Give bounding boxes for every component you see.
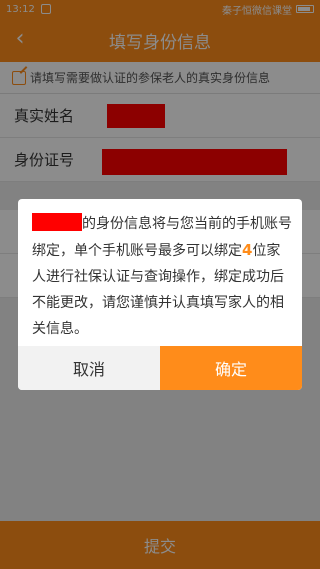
dialog-message: 的身份信息将与您当前的手机账号绑定，单个手机账号最多可以绑定4位家人进行社保认证… [32,211,294,342]
cancel-button[interactable]: 取消 [18,346,160,390]
confirm-button[interactable]: 确定 [160,346,302,390]
confirm-dialog: 的身份信息将与您当前的手机账号绑定，单个手机账号最多可以绑定4位家人进行社保认证… [18,199,302,390]
dialog-highlight-count: 4 [242,241,253,259]
dialog-buttons: 取消 确定 [18,346,302,390]
redacted-name [32,213,82,231]
